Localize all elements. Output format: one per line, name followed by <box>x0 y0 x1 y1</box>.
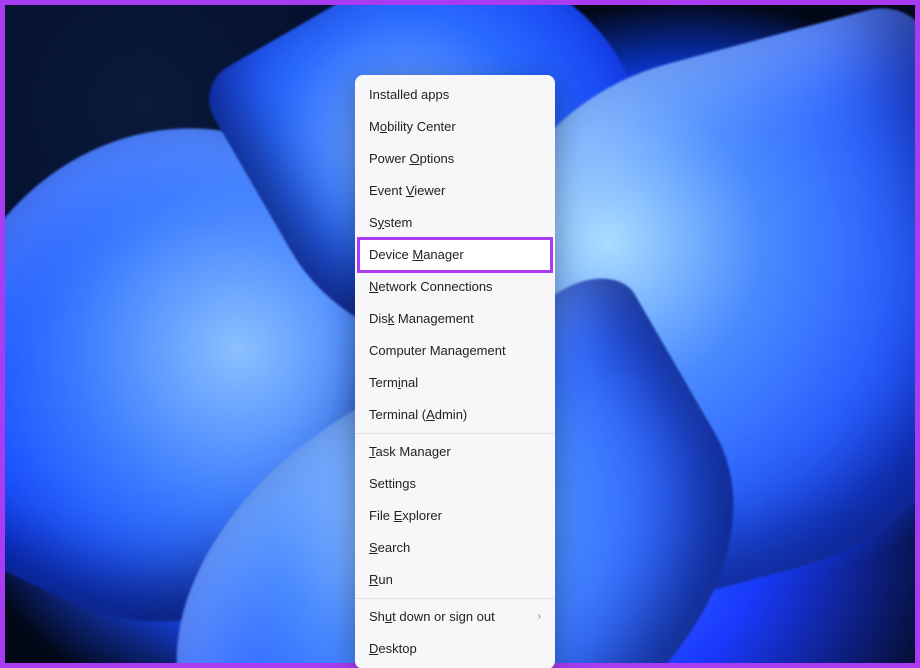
menu-item-computer-management[interactable]: Computer Management <box>355 335 555 367</box>
screenshot-frame: Installed appsMobility CenterPower Optio… <box>0 0 920 668</box>
menu-item-label: Mobility Center <box>369 111 456 143</box>
menu-item-search[interactable]: Search <box>355 532 555 564</box>
menu-item-label: Computer Management <box>369 335 506 367</box>
menu-item-label: Disk Management <box>369 303 474 335</box>
menu-item-system[interactable]: System <box>355 207 555 239</box>
menu-item-label: File Explorer <box>369 500 442 532</box>
menu-separator <box>355 598 555 599</box>
menu-item-run[interactable]: Run <box>355 564 555 596</box>
menu-item-label: Settings <box>369 468 416 500</box>
menu-item-device-manager[interactable]: Device Manager <box>359 239 551 271</box>
menu-separator <box>355 433 555 434</box>
menu-item-network-connections[interactable]: Network Connections <box>355 271 555 303</box>
menu-item-label: Desktop <box>369 633 417 665</box>
menu-item-settings[interactable]: Settings <box>355 468 555 500</box>
menu-item-terminal[interactable]: Terminal <box>355 367 555 399</box>
menu-item-installed-apps[interactable]: Installed apps <box>355 79 555 111</box>
menu-item-label: Network Connections <box>369 271 493 303</box>
menu-item-label: Search <box>369 532 410 564</box>
menu-item-event-viewer[interactable]: Event Viewer <box>355 175 555 207</box>
menu-item-desktop[interactable]: Desktop <box>355 633 555 665</box>
menu-item-task-manager[interactable]: Task Manager <box>355 436 555 468</box>
winx-power-user-menu: Installed appsMobility CenterPower Optio… <box>355 75 555 668</box>
menu-item-file-explorer[interactable]: File Explorer <box>355 500 555 532</box>
menu-item-terminal-admin[interactable]: Terminal (Admin) <box>355 399 555 431</box>
menu-item-power-options[interactable]: Power Options <box>355 143 555 175</box>
menu-item-label: Device Manager <box>369 239 464 271</box>
menu-item-label: Installed apps <box>369 79 449 111</box>
menu-item-mobility-center[interactable]: Mobility Center <box>355 111 555 143</box>
menu-item-shut-down-or-sign-out[interactable]: Shut down or sign out › <box>355 601 555 633</box>
menu-item-label: Task Manager <box>369 436 451 468</box>
menu-item-label: Power Options <box>369 143 454 175</box>
menu-item-label: Terminal <box>369 367 418 399</box>
menu-item-label: Event Viewer <box>369 175 445 207</box>
menu-item-disk-management[interactable]: Disk Management <box>355 303 555 335</box>
menu-item-label: System <box>369 207 412 239</box>
menu-item-label: Shut down or sign out <box>369 601 495 633</box>
menu-item-label: Terminal (Admin) <box>369 399 467 431</box>
menu-item-label: Run <box>369 564 393 596</box>
chevron-right-icon: › <box>538 601 541 633</box>
